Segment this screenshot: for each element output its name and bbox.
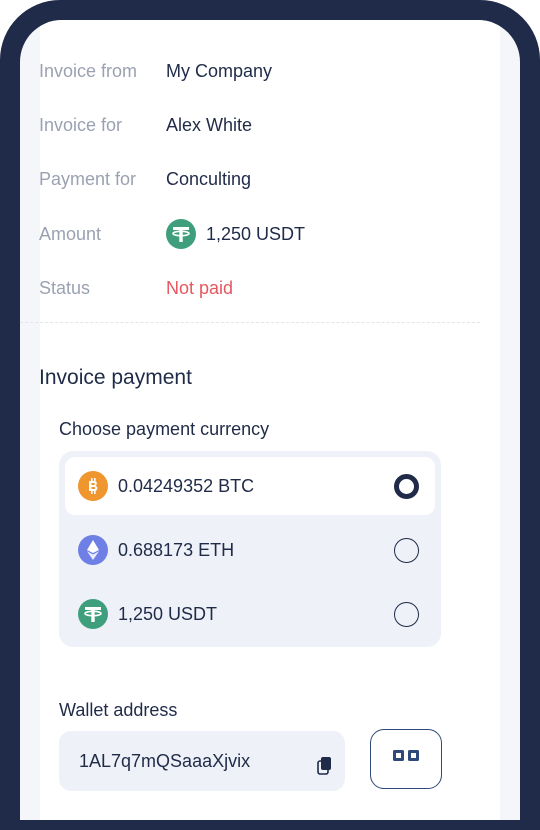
radio-unselected-icon[interactable]: [394, 602, 419, 627]
status-label: Status: [39, 277, 91, 298]
wallet-address-label: Wallet address: [59, 700, 178, 720]
qr-code-button[interactable]: [370, 729, 442, 789]
currency-option-usdt[interactable]: 1,250 USDT: [65, 585, 435, 643]
page: Invoice from My Company Invoice for Alex…: [0, 0, 540, 830]
amount-value-group: 1,250 USDT: [166, 219, 305, 249]
invoice-from-label: Invoice from: [39, 60, 138, 81]
btc-icon: [78, 471, 108, 501]
amount-label: Amount: [39, 223, 102, 244]
currency-option-eth[interactable]: 0.688173 ETH: [65, 521, 435, 579]
wallet-address-field[interactable]: 1AL7q7mQSaaaXjvix: [59, 731, 345, 791]
invoice-for-value: Alex White: [166, 114, 253, 135]
currency-amount-btc: 0.04249352 BTC: [118, 475, 255, 496]
payment-for-value: Conculting: [166, 168, 252, 189]
currency-options: 0.04249352 BTC 0.688173 ETH 1,250 USDT: [59, 451, 441, 647]
payment-for-row: Payment for Conculting: [39, 164, 251, 194]
radio-selected-icon[interactable]: [394, 474, 419, 499]
usdt-icon: [78, 599, 108, 629]
wallet-address-value: 1AL7q7mQSaaaXjvix: [79, 751, 251, 771]
usdt-icon: [166, 219, 196, 249]
choose-currency-label: Choose payment currency: [59, 419, 270, 439]
invoice-from-value: My Company: [166, 60, 273, 81]
status-value: Not paid: [166, 277, 234, 298]
invoice-for-row: Invoice for Alex White: [39, 110, 252, 140]
amount-row: Amount 1,250 USDT: [39, 219, 305, 249]
copy-icon[interactable]: [317, 757, 333, 782]
payment-for-label: Payment for: [39, 168, 137, 189]
currency-amount-usdt: 1,250 USDT: [118, 603, 218, 624]
currency-amount-eth: 0.688173 ETH: [118, 539, 235, 560]
eth-icon: [78, 535, 108, 565]
currency-option-btc[interactable]: 0.04249352 BTC: [65, 457, 435, 515]
section-divider: [20, 322, 480, 323]
invoice-for-label: Invoice for: [39, 114, 123, 135]
amount-value: 1,250 USDT: [206, 223, 306, 244]
status-row: Status Not paid: [39, 273, 233, 303]
radio-unselected-icon[interactable]: [394, 538, 419, 563]
invoice-from-row: Invoice from My Company: [39, 56, 272, 86]
invoice-payment-title: Invoice payment: [39, 366, 192, 389]
qr-code-icon: [393, 750, 419, 788]
